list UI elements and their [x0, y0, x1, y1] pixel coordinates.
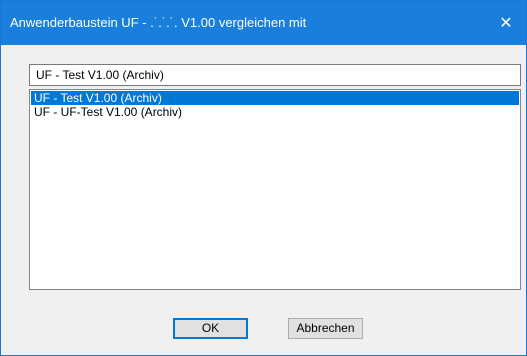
title-bar[interactable]: Anwenderbaustein UF - .˙.˙.˙. V1.00 verg… — [1, 1, 526, 45]
cancel-button[interactable]: Abbrechen — [288, 318, 363, 339]
list-item[interactable]: UF - Test V1.00 (Archiv) — [31, 91, 519, 105]
combo-value: UF - Test V1.00 (Archiv) — [36, 68, 164, 82]
list-item[interactable]: UF - UF-Test V1.00 (Archiv) — [31, 105, 519, 119]
compare-dialog: Anwenderbaustein UF - .˙.˙.˙. V1.00 verg… — [0, 0, 527, 356]
selection-combo-field[interactable]: UF - Test V1.00 (Archiv) — [29, 64, 521, 86]
close-icon: ✕ — [499, 15, 513, 32]
dialog-title: Anwenderbaustein UF - .˙.˙.˙. V1.00 verg… — [10, 15, 307, 30]
close-button[interactable]: ✕ — [486, 1, 526, 45]
version-listbox[interactable]: UF - Test V1.00 (Archiv) UF - UF-Test V1… — [29, 89, 521, 290]
ok-button[interactable]: OK — [173, 318, 248, 339]
